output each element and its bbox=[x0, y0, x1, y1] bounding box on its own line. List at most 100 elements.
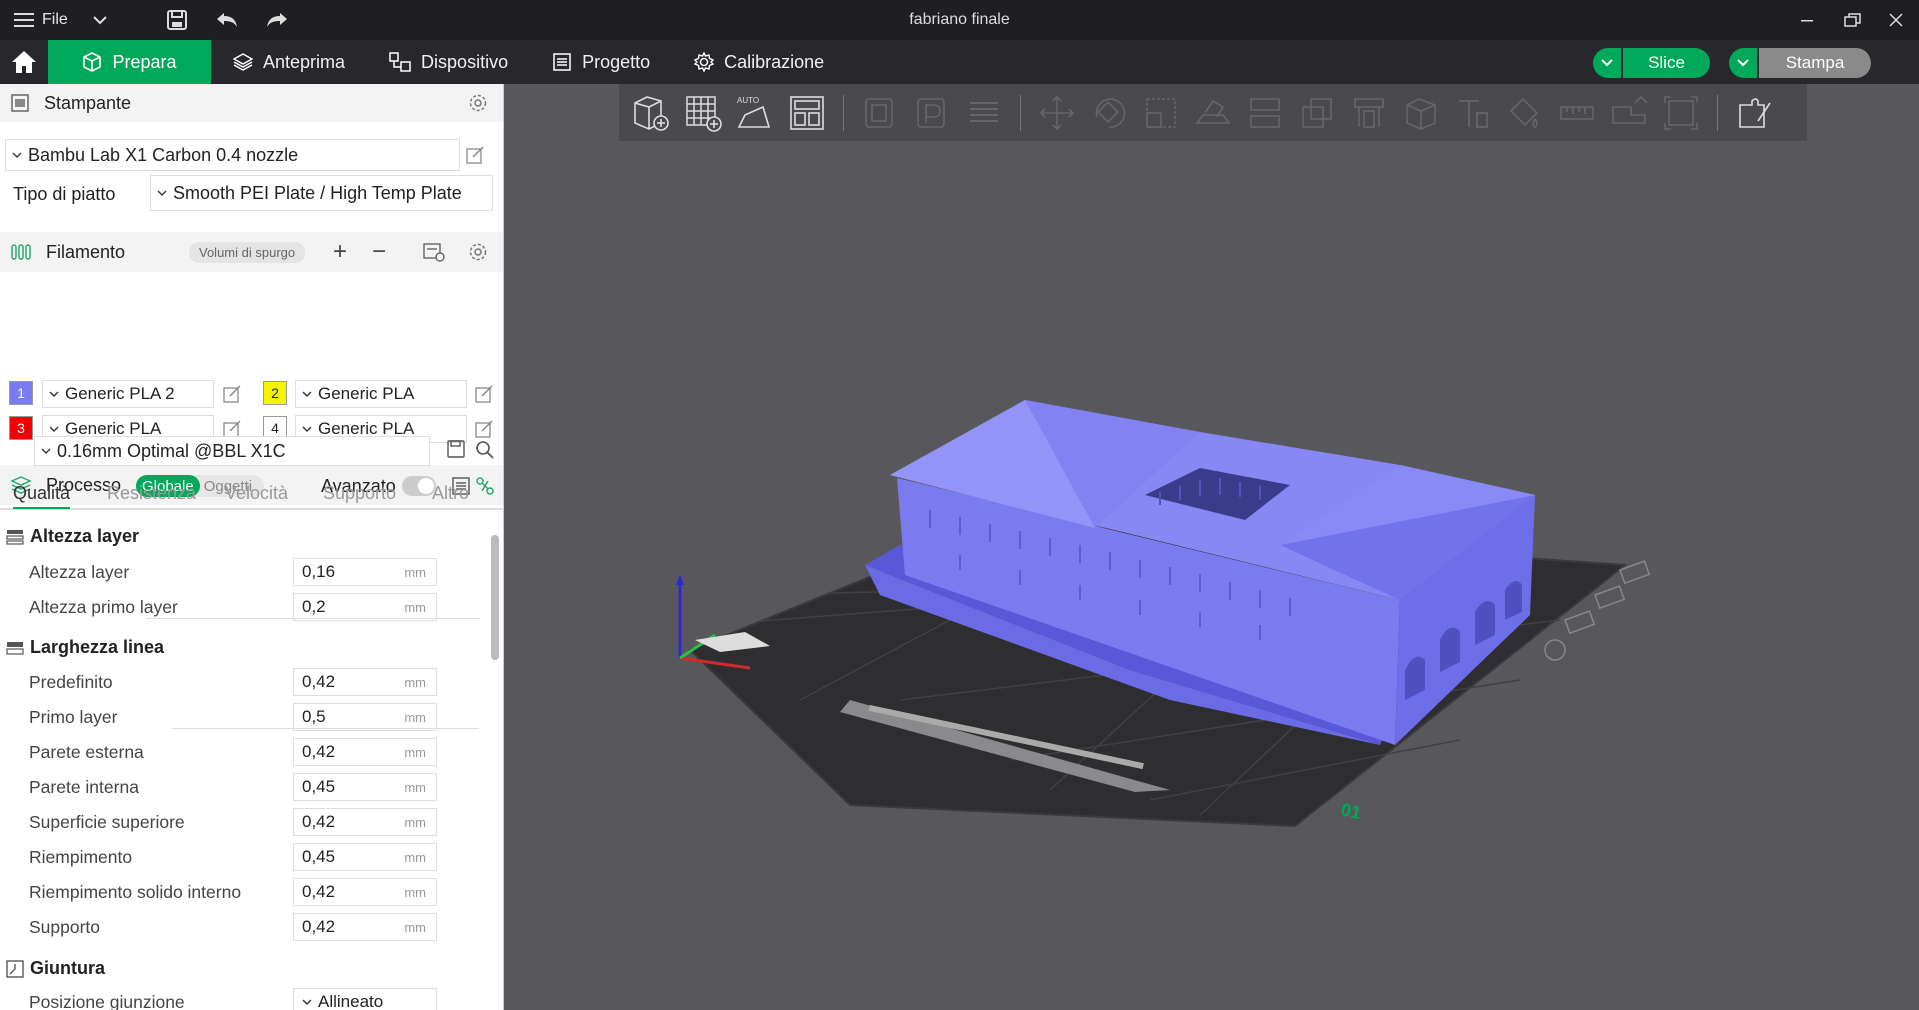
line-width-inner-wall-input[interactable]: 0,45 mm bbox=[293, 773, 437, 801]
tab-preview[interactable]: Anteprima bbox=[211, 40, 367, 84]
line-width-outer-wall-input[interactable]: 0,42 mm bbox=[293, 738, 437, 766]
filament-slot-1-dropdown[interactable]: Generic PLA 2 bbox=[42, 380, 214, 408]
scale-tool-button[interactable] bbox=[1137, 89, 1185, 137]
measure-tool-button[interactable] bbox=[1553, 89, 1601, 137]
save-button[interactable] bbox=[152, 0, 202, 40]
line-width-first-layer-label: Primo layer bbox=[29, 707, 118, 727]
split-objects-button[interactable] bbox=[856, 89, 904, 137]
printer-model-dropdown[interactable]: Bambu Lab X1 Carbon 0.4 nozzle bbox=[5, 139, 460, 171]
layer-height-value: 0,16 bbox=[302, 562, 336, 581]
puzzle-edit-icon bbox=[1739, 97, 1771, 128]
subtab-other[interactable]: Altro bbox=[432, 483, 469, 504]
unit-label: mm bbox=[404, 674, 426, 690]
plate-type-dropdown[interactable]: Smooth PEI Plate / High Temp Plate bbox=[150, 175, 493, 211]
main-menu-button[interactable]: File bbox=[0, 0, 78, 40]
lay-on-face-icon bbox=[1195, 99, 1231, 124]
split-parts-button[interactable] bbox=[908, 89, 956, 137]
undo-button[interactable] bbox=[202, 0, 252, 40]
move-tool-button[interactable] bbox=[1033, 89, 1081, 137]
line-width-infill-label: Riempimento bbox=[29, 847, 133, 867]
add-filament-button[interactable]: + bbox=[333, 238, 347, 266]
add-plate-button[interactable] bbox=[679, 89, 727, 137]
filament-slot-3-swatch[interactable]: 3 bbox=[9, 416, 33, 440]
print-button-group: Stampa bbox=[1729, 48, 1871, 78]
filament-slot-2-dropdown[interactable]: Generic PLA bbox=[295, 380, 467, 408]
first-layer-height-value: 0,2 bbox=[302, 597, 326, 616]
line-width-infill-input[interactable]: 0,45 mm bbox=[293, 843, 437, 871]
auto-orient-button[interactable]: AUTO bbox=[731, 89, 779, 137]
text-tool-button[interactable] bbox=[1449, 89, 1497, 137]
search-icon[interactable] bbox=[475, 440, 494, 459]
assembly-icon bbox=[1612, 95, 1648, 124]
line-width-support-input[interactable]: 0,42 mm bbox=[293, 913, 437, 941]
seam-position-dropdown[interactable]: Allineato bbox=[293, 988, 437, 1010]
lay-on-face-button[interactable] bbox=[1189, 89, 1237, 137]
filament-slot-2-swatch[interactable]: 2 bbox=[263, 381, 287, 405]
arrange-button[interactable] bbox=[783, 89, 831, 137]
tab-project[interactable]: Progetto bbox=[530, 40, 672, 84]
fit-view-button[interactable] bbox=[1657, 89, 1705, 137]
filament-slot-1-swatch[interactable]: 1 bbox=[9, 381, 33, 405]
line-width-first-layer-input[interactable]: 0,5 mm bbox=[293, 703, 437, 731]
split-parts-icon bbox=[917, 97, 945, 128]
project-icon bbox=[553, 53, 571, 71]
close-button[interactable] bbox=[1873, 0, 1919, 40]
filament-sync-icon[interactable] bbox=[422, 241, 446, 263]
subtab-quality[interactable]: Qualità bbox=[13, 483, 71, 509]
slice-button[interactable]: Slice bbox=[1621, 48, 1710, 78]
assembly-tool-button[interactable] bbox=[1605, 89, 1653, 137]
color-paint-button[interactable] bbox=[1501, 89, 1549, 137]
save-preset-icon[interactable] bbox=[447, 440, 465, 458]
gear-icon[interactable] bbox=[468, 242, 488, 262]
first-layer-height-input[interactable]: 0,2 mm bbox=[293, 593, 437, 621]
unit-label: mm bbox=[404, 814, 426, 830]
slice-dropdown-button[interactable] bbox=[1593, 48, 1621, 78]
line-width-solid-infill-input[interactable]: 0,42 mm bbox=[293, 878, 437, 906]
layers-edit-button[interactable] bbox=[960, 89, 1008, 137]
restore-button[interactable] bbox=[1830, 0, 1876, 40]
line-width-inner-wall-label: Parete interna bbox=[29, 777, 139, 797]
line-width-infill-value: 0,45 bbox=[302, 847, 336, 866]
print-button[interactable]: Stampa bbox=[1757, 48, 1871, 78]
edit-printer-icon[interactable] bbox=[465, 145, 485, 165]
subtab-support[interactable]: Supporto bbox=[323, 483, 396, 504]
file-menu-dropdown[interactable] bbox=[78, 0, 122, 40]
subtab-speed[interactable]: Velocità bbox=[225, 483, 288, 504]
tab-calibration[interactable]: Calibrazione bbox=[672, 40, 846, 84]
sidebar-scrollbar[interactable] bbox=[491, 535, 499, 660]
unit-label: mm bbox=[404, 919, 426, 935]
edit-filament-2-icon[interactable] bbox=[474, 384, 494, 404]
line-width-top-surface-input[interactable]: 0,42 mm bbox=[293, 808, 437, 836]
subtab-strength[interactable]: Resistenza bbox=[107, 483, 196, 504]
paint-bucket-icon bbox=[1509, 97, 1539, 128]
layer-height-input[interactable]: 0,16 mm bbox=[293, 558, 437, 586]
line-width-default-label: Predefinito bbox=[29, 672, 113, 692]
redo-button[interactable] bbox=[252, 0, 302, 40]
tab-preview-label: Anteprima bbox=[263, 51, 346, 72]
file-menu-label: File bbox=[42, 11, 68, 28]
cut-icon bbox=[1250, 97, 1280, 128]
print-dropdown-button[interactable] bbox=[1729, 48, 1757, 78]
tab-device[interactable]: Dispositivo bbox=[367, 40, 530, 84]
boolean-tool-button[interactable] bbox=[1293, 89, 1341, 137]
tab-prepare[interactable]: Prepara bbox=[48, 40, 211, 84]
home-button[interactable] bbox=[0, 40, 48, 84]
fit-view-icon bbox=[1664, 95, 1698, 130]
seam-paint-button[interactable] bbox=[1397, 89, 1445, 137]
add-object-button[interactable] bbox=[627, 89, 675, 137]
purge-volumes-button[interactable]: Volumi di spurgo bbox=[189, 241, 306, 263]
process-preset-dropdown[interactable]: 0.16mm Optimal @BBL X1C bbox=[34, 436, 430, 466]
3d-viewport[interactable]: 01 bbox=[505, 84, 1919, 1010]
line-width-default-input[interactable]: 0,42 mm bbox=[293, 668, 437, 696]
remove-filament-button[interactable]: − bbox=[372, 238, 386, 266]
edit-filament-1-icon[interactable] bbox=[222, 384, 242, 404]
minimize-button[interactable] bbox=[1784, 0, 1830, 40]
gear-icon[interactable] bbox=[468, 93, 488, 113]
support-paint-button[interactable] bbox=[1345, 89, 1393, 137]
rotate-tool-button[interactable] bbox=[1085, 89, 1133, 137]
edit-filament-4-icon[interactable] bbox=[474, 419, 494, 439]
cut-tool-button[interactable] bbox=[1241, 89, 1289, 137]
group-layer-height-title: Altezza layer bbox=[30, 526, 140, 546]
line-width-icon bbox=[6, 641, 24, 655]
variable-layer-button[interactable] bbox=[1730, 89, 1778, 137]
